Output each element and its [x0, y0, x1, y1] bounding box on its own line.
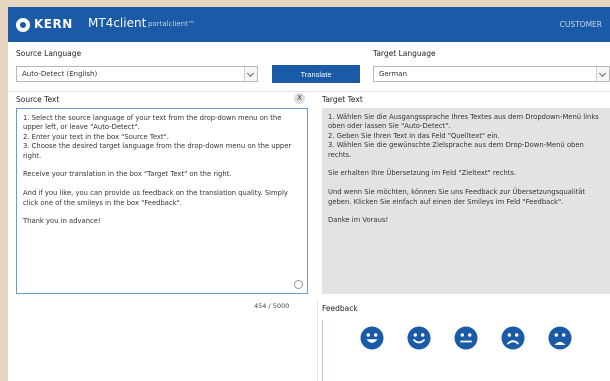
source-paragraph: 2. Enter your text in the box "Source Te… — [23, 132, 169, 141]
source-paragraph: Receive your translation in the box "Tar… — [23, 170, 232, 179]
feedback-divider — [317, 301, 318, 381]
top-bar: KERN MT4client portalclient™ CUSTOMER — [8, 7, 610, 42]
header-divider — [8, 91, 610, 92]
source-text-label: Source Text — [16, 95, 60, 104]
user-menu[interactable]: CUSTOMER — [560, 20, 602, 29]
brand-name: KERN — [34, 17, 73, 31]
app-window: KERN MT4client portalclient™ CUSTOMER So… — [8, 7, 610, 381]
target-text-area: 1. Wählen Sie die Ausgangssprache Ihres … — [322, 108, 610, 294]
clear-icon[interactable]: X — [294, 93, 305, 104]
very-sad-smiley-icon[interactable] — [548, 326, 572, 350]
character-counter: 454 / 5000 — [254, 302, 290, 310]
target-language-value: German — [379, 70, 408, 78]
target-language-label: Target Language — [373, 49, 436, 58]
source-language-select[interactable]: Auto-Detect (English) — [16, 66, 258, 82]
feedback-label: Feedback — [322, 304, 358, 313]
target-language-select[interactable]: German — [373, 66, 610, 82]
target-text-content: 1. Wählen Sie die Ausgangssprache Ihres … — [328, 113, 604, 235]
source-text-area[interactable]: 1. Select the source language of your te… — [16, 108, 308, 294]
neutral-smiley-icon[interactable] — [454, 326, 478, 350]
target-paragraph: Und wenn Sie möchten, können Sie uns Fee… — [328, 188, 586, 206]
resize-handle-icon[interactable] — [294, 280, 303, 289]
target-paragraph: 2. Geben Sie Ihren Text in das Feld "Que… — [328, 131, 500, 140]
target-paragraph: Sie erhalten Ihre Übersetzung im Feld "Z… — [328, 169, 517, 178]
source-paragraph: Thank you in advance! — [23, 217, 101, 226]
source-text-content: 1. Select the source language of your te… — [23, 114, 301, 236]
target-paragraph: Danke im Voraus! — [328, 216, 389, 225]
source-paragraph: And if you like, you can provide us feed… — [23, 189, 288, 207]
target-paragraph: 1. Wählen Sie die Ausgangssprache Ihres … — [328, 113, 599, 131]
kern-logo-icon — [16, 18, 30, 32]
very-happy-smiley-icon[interactable] — [360, 326, 384, 350]
happy-smiley-icon[interactable] — [407, 326, 431, 350]
portal-name: portalclient™ — [148, 20, 195, 28]
app-name: MT4client — [88, 16, 147, 30]
target-paragraph: 3. Wählen Sie die gewünschte Zielsprache… — [328, 141, 584, 159]
source-paragraph: 1. Select the source language of your te… — [23, 114, 282, 132]
source-language-label: Source Language — [16, 49, 82, 58]
source-paragraph: 3. Choose the desired target language fr… — [23, 142, 292, 160]
chevron-down-icon[interactable] — [596, 67, 609, 81]
chevron-down-icon[interactable] — [244, 67, 257, 81]
target-text-label: Target Text — [322, 95, 363, 104]
sad-smiley-icon[interactable] — [501, 326, 525, 350]
translate-button[interactable]: Translate — [272, 65, 360, 83]
source-language-value: Auto-Detect (English) — [22, 70, 98, 78]
